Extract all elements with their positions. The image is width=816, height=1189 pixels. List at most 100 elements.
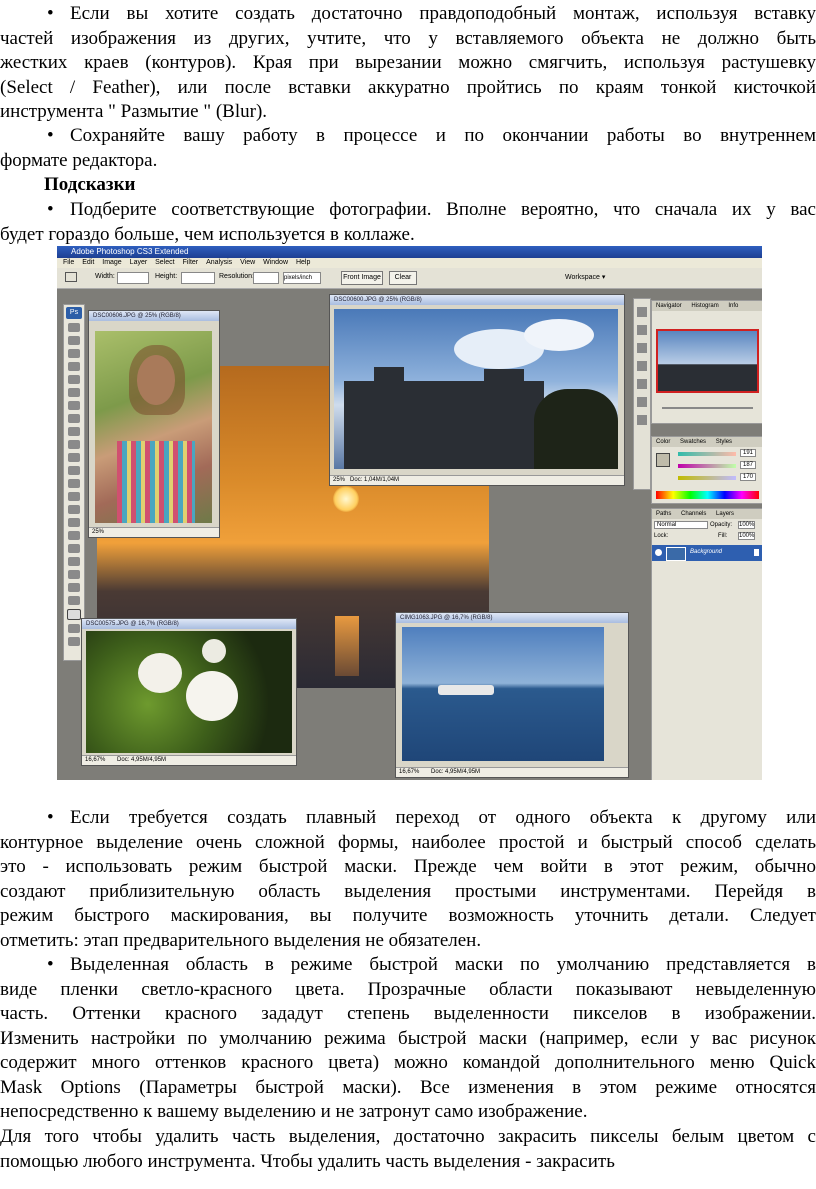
text-line: • Если вы хотите создать достаточно правд… (0, 2, 816, 27)
text-line: частей изображения из других, учтите, чт… (0, 27, 816, 49)
tab-color[interactable]: Color (652, 437, 674, 447)
tab-navigator[interactable]: Navigator (652, 301, 686, 311)
status-bar: 16,67% Doc: 4,95M/4,95M (396, 767, 628, 777)
crop-tool-icon[interactable] (65, 272, 77, 282)
character-icon[interactable] (637, 397, 647, 407)
brushes-icon[interactable] (637, 307, 647, 317)
options-bar: Width: Height: Resolution: pixels/inch F… (57, 268, 762, 289)
bullet-icon: • (47, 954, 54, 975)
gradient-icon[interactable] (68, 466, 80, 475)
color-ramp[interactable] (656, 491, 759, 499)
dodge-icon[interactable] (68, 492, 80, 501)
fill-field[interactable]: 100% (738, 532, 756, 540)
bullet-paragraph-montage: • Если вы хотите создать достаточно правд… (0, 2, 816, 125)
slice-icon[interactable] (68, 388, 80, 397)
status-bar: 25% Doc: 1,04M/1,04M (330, 475, 624, 485)
layer-comps-icon[interactable] (637, 343, 647, 353)
tab-paths[interactable]: Paths (652, 509, 675, 519)
foreground-color-swatch[interactable] (656, 453, 670, 467)
tab-swatches[interactable]: Swatches (676, 437, 710, 447)
move-tool-icon[interactable] (68, 323, 80, 332)
menu-bar: File Edit Image Layer Select Filter Anal… (57, 258, 762, 268)
history-brush-icon[interactable] (68, 440, 80, 449)
toolbox: Ps (63, 304, 85, 661)
blur-icon[interactable] (68, 479, 80, 488)
clear-button[interactable]: Clear (389, 271, 417, 285)
menu-window[interactable]: Window (263, 259, 288, 266)
cloud (524, 319, 594, 351)
tab-info[interactable]: Info (724, 301, 742, 311)
green-value[interactable]: 187 (740, 461, 757, 469)
window-title[interactable]: DSC00600.JPG @ 25% (RGB/8) (330, 295, 624, 305)
panel-tabs: Paths Channels Layers (652, 509, 762, 519)
layer-row[interactable]: Background (652, 545, 762, 561)
visibility-eye-icon[interactable] (655, 549, 662, 556)
path-select-icon[interactable] (68, 531, 80, 540)
lasso-tool-icon[interactable] (68, 349, 80, 358)
menu-layer[interactable]: Layer (130, 259, 148, 266)
window-girl[interactable]: DSC00606.JPG @ 25% (RGB/8) 25% (88, 310, 220, 538)
menu-help[interactable]: Help (296, 259, 310, 266)
layers-panel: Paths Channels Layers Normal Opacity: 10… (651, 508, 762, 780)
menu-select[interactable]: Select (155, 259, 174, 266)
crop-icon[interactable] (68, 375, 80, 384)
pen-icon[interactable] (68, 505, 80, 514)
castle-tower (374, 367, 404, 407)
front-image-button[interactable]: Front Image (341, 271, 383, 285)
navigator-panel: Navigator Histogram Info (651, 300, 762, 424)
notes-icon[interactable] (68, 557, 80, 566)
zoom-slider[interactable] (662, 407, 753, 409)
red-value[interactable]: 191 (740, 449, 757, 457)
zoom-icon[interactable] (68, 596, 80, 605)
sea-photo (402, 627, 604, 761)
window-title[interactable]: DSC00606.JPG @ 25% (RGB/8) (89, 311, 219, 321)
blue-value[interactable]: 170 (740, 473, 757, 481)
status-bar: 25% (89, 527, 219, 537)
photoshop-logo: Ps (66, 307, 82, 319)
tool-presets-icon[interactable] (637, 325, 647, 335)
clone-stamp-icon[interactable] (68, 427, 80, 436)
text-line: содержит много оттенков красного цвета) … (0, 1052, 816, 1073)
width-field[interactable] (117, 272, 149, 284)
screen-mode-icon[interactable] (68, 637, 80, 646)
eyedropper-icon[interactable] (68, 570, 80, 579)
color-swatch-icon[interactable] (67, 609, 81, 620)
hand-icon[interactable] (68, 583, 80, 592)
history-icon[interactable] (637, 361, 647, 371)
blend-mode-select[interactable]: Normal (654, 521, 708, 529)
healing-brush-icon[interactable] (68, 401, 80, 410)
brush-icon[interactable] (68, 414, 80, 423)
layer-name[interactable]: Background (690, 549, 722, 555)
workspace-menu[interactable]: Workspace ▾ (565, 273, 605, 281)
shape-icon[interactable] (68, 544, 80, 553)
opacity-field[interactable]: 100% (738, 521, 756, 529)
window-title[interactable]: DSC00575.JPG @ 16,7% (RGB/8) (82, 619, 296, 629)
tab-layers[interactable]: Layers (712, 509, 738, 519)
window-sea[interactable]: CIMG1063.JPG @ 16,7% (RGB/8) 16,67% Doc:… (395, 612, 629, 778)
magic-wand-icon[interactable] (68, 362, 80, 371)
window-roses[interactable]: DSC00575.JPG @ 16,7% (RGB/8) 16,67% Doc:… (81, 618, 297, 766)
window-title[interactable]: CIMG1063.JPG @ 16,7% (RGB/8) (396, 613, 628, 623)
resolution-field[interactable] (253, 272, 279, 284)
menu-image[interactable]: Image (102, 259, 121, 266)
window-castle[interactable]: DSC00600.JPG @ 25% (RGB/8) 25% Doc: 1,04… (329, 294, 625, 486)
menu-edit[interactable]: Edit (82, 259, 94, 266)
green-slider[interactable] (678, 464, 736, 468)
marquee-tool-icon[interactable] (68, 336, 80, 345)
blue-slider[interactable] (678, 476, 736, 480)
tab-histogram[interactable]: Histogram (687, 301, 722, 311)
menu-analysis[interactable]: Analysis (206, 259, 232, 266)
menu-view[interactable]: View (240, 259, 255, 266)
red-slider[interactable] (678, 452, 736, 456)
tab-channels[interactable]: Channels (677, 509, 710, 519)
actions-icon[interactable] (637, 379, 647, 389)
quick-mask-icon[interactable] (68, 624, 80, 633)
unit-select[interactable]: pixels/inch (283, 272, 321, 284)
menu-file[interactable]: File (63, 259, 74, 266)
type-icon[interactable] (68, 518, 80, 527)
paragraph-icon[interactable] (637, 415, 647, 425)
menu-filter[interactable]: Filter (183, 259, 199, 266)
eraser-icon[interactable] (68, 453, 80, 462)
height-field[interactable] (181, 272, 215, 284)
tab-styles[interactable]: Styles (712, 437, 736, 447)
